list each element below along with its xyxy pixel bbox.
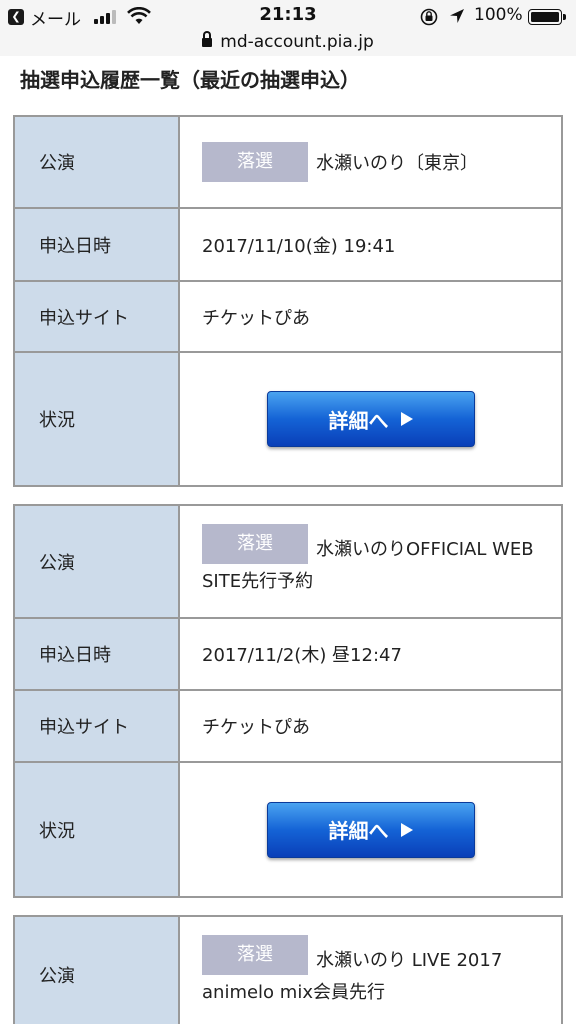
value-status: 詳細へ — [180, 763, 561, 896]
label-performance: 公演 — [15, 506, 180, 617]
row-site: 申込サイト チケットぴあ — [15, 280, 561, 351]
value-performance: 落選 水瀬いのり〔東京〕 — [180, 117, 561, 207]
value-performance: 落選 水瀬いのり LIVE 2017 animelo mix会員先行 — [180, 917, 561, 1024]
play-arrow-icon — [400, 412, 413, 426]
detail-button-label: 詳細へ — [328, 408, 389, 433]
detail-button-label: 詳細へ — [328, 819, 389, 843]
battery-percent: 100% — [474, 5, 523, 25]
rotation-lock-icon — [420, 8, 438, 26]
label-status: 状況 — [15, 763, 180, 896]
row-performance: 公演 落選 水瀬いのり LIVE 2017 animelo mix会員先行 — [15, 917, 561, 1024]
url-bar[interactable]: md-account.pia.jp — [0, 28, 576, 56]
value-site: チケットぴあ — [202, 717, 310, 738]
value-performance: 落選 水瀬いのりOFFICIAL WEB SITE先行予約 — [180, 506, 561, 617]
detail-button[interactable]: 詳細へ — [266, 391, 475, 447]
lottery-entry-3: 公演 落選 水瀬いのり LIVE 2017 animelo mix会員先行 — [13, 915, 563, 1024]
label-status: 状況 — [15, 353, 180, 485]
label-site: 申込サイト — [15, 691, 180, 761]
label-site: 申込サイト — [15, 282, 180, 351]
row-applied-at: 申込日時 2017/11/2(木) 昼12:47 — [15, 617, 561, 689]
row-applied-at: 申込日時 2017/11/10(金) 19:41 — [15, 207, 561, 280]
detail-button[interactable]: 詳細へ — [266, 801, 475, 858]
value-applied-at: 2017/11/10(金) 19:41 — [202, 235, 396, 257]
row-status: 状況 詳細へ — [15, 351, 561, 485]
result-badge: 落選 — [202, 142, 308, 182]
lottery-entry-1: 公演 落選 水瀬いのり〔東京〕 申込日時 2017/11/10(金) 19:41… — [13, 115, 563, 487]
label-performance: 公演 — [15, 117, 180, 207]
url-domain: md-account.pia.jp — [220, 32, 374, 52]
row-site: 申込サイト チケットぴあ — [15, 689, 561, 761]
value-applied-at: 2017/11/2(木) 昼12:47 — [202, 645, 402, 666]
play-arrow-icon — [400, 822, 413, 837]
lottery-entry-2: 公演 落選 水瀬いのりOFFICIAL WEB SITE先行予約 申込日時 201… — [13, 504, 563, 898]
result-badge: 落選 — [202, 935, 308, 975]
value-status: 詳細へ — [180, 353, 561, 485]
result-badge: 落選 — [202, 524, 308, 564]
value-site: チケットぴあ — [202, 307, 310, 329]
location-arrow-icon — [450, 9, 464, 23]
lock-icon — [202, 31, 213, 48]
label-applied-at: 申込日時 — [15, 619, 180, 689]
row-performance: 公演 落選 水瀬いのりOFFICIAL WEB SITE先行予約 — [15, 506, 561, 617]
label-applied-at: 申込日時 — [15, 209, 180, 280]
row-status: 状況 詳細へ — [15, 761, 561, 896]
label-performance: 公演 — [15, 917, 180, 1024]
performance-name: 水瀬いのり〔東京〕 — [316, 153, 478, 174]
battery-icon — [528, 9, 566, 25]
row-performance: 公演 落選 水瀬いのり〔東京〕 — [15, 117, 561, 207]
page-title: 抽選申込履歴一覧（最近の抽選申込） — [20, 68, 360, 92]
